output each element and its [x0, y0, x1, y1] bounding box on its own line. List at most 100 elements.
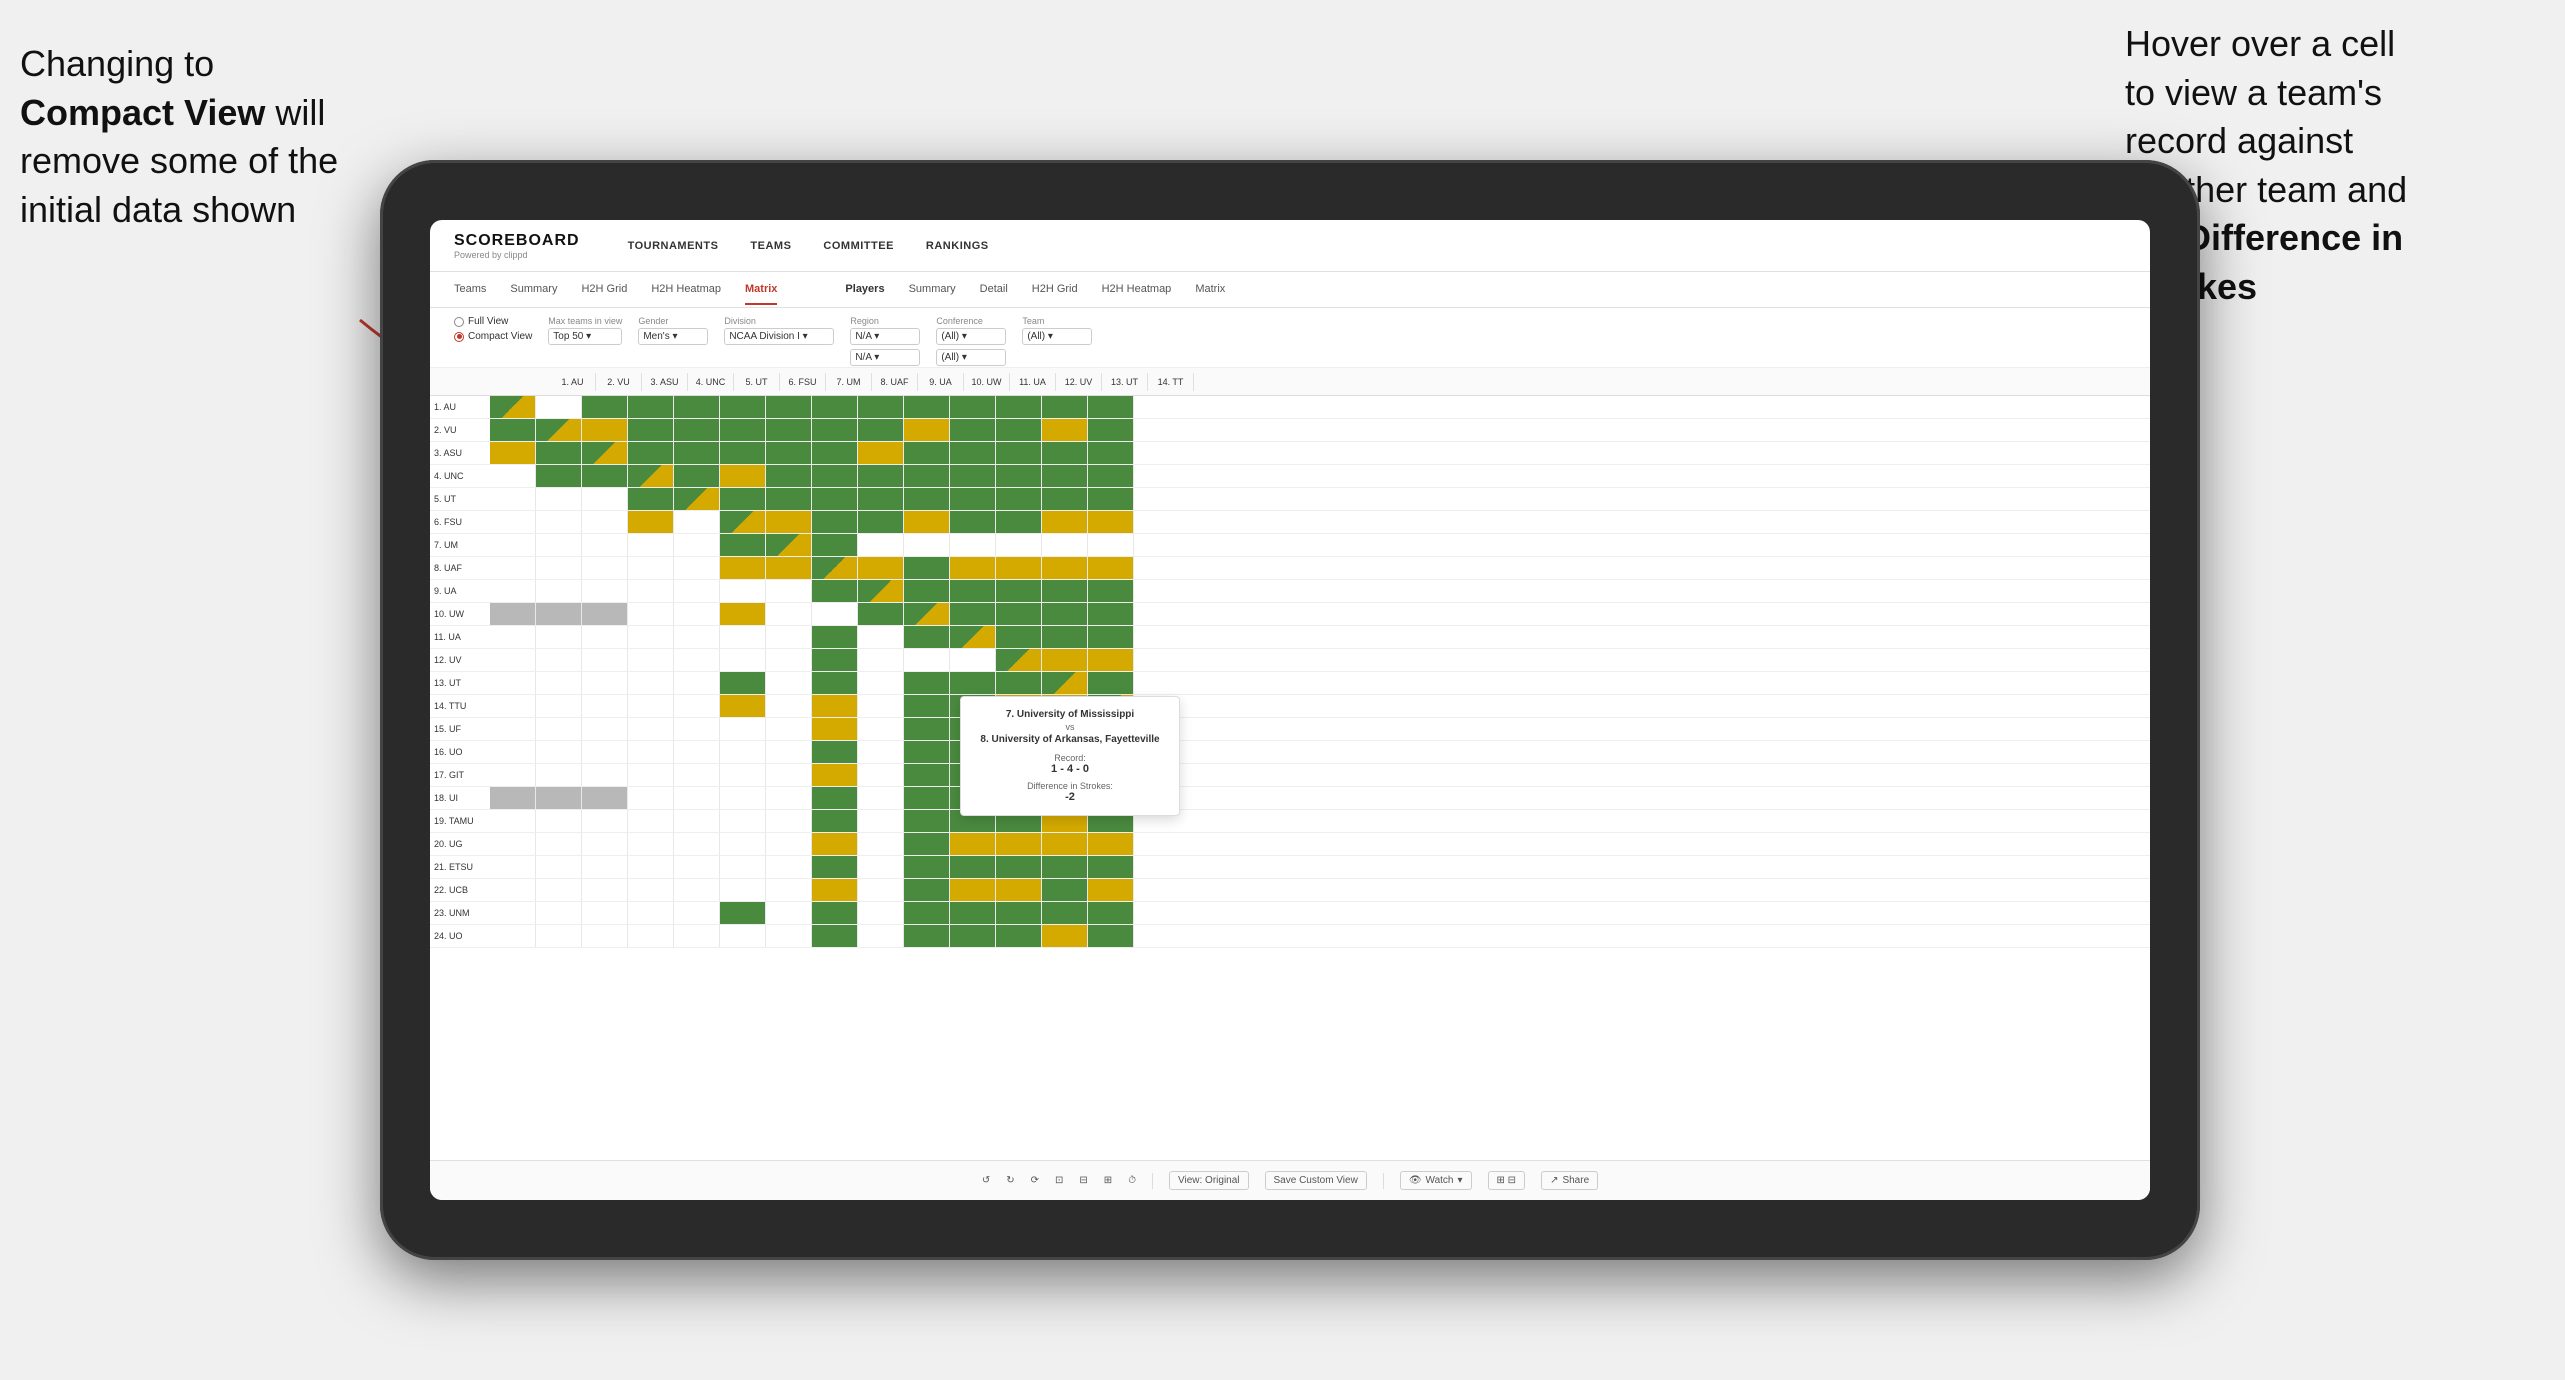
matrix-cell[interactable] [950, 879, 996, 901]
matrix-cell[interactable] [490, 741, 536, 763]
matrix-cell[interactable] [536, 511, 582, 533]
matrix-cell[interactable] [766, 718, 812, 740]
matrix-cell[interactable] [950, 580, 996, 602]
matrix-cell[interactable] [858, 672, 904, 694]
matrix-cell[interactable] [858, 626, 904, 648]
matrix-cell[interactable] [858, 695, 904, 717]
matrix-cell[interactable] [1088, 511, 1134, 533]
matrix-cell[interactable] [490, 396, 536, 418]
matrix-cell[interactable] [674, 488, 720, 510]
matrix-cell[interactable] [582, 902, 628, 924]
matrix-cell[interactable] [858, 902, 904, 924]
matrix-cell[interactable] [720, 718, 766, 740]
matrix-cell[interactable] [812, 718, 858, 740]
tab-teams-h2hgrid[interactable]: H2H Grid [581, 275, 627, 305]
matrix-cell[interactable] [904, 856, 950, 878]
matrix-cell[interactable] [674, 925, 720, 947]
matrix-cell[interactable] [858, 833, 904, 855]
matrix-cell[interactable] [720, 695, 766, 717]
matrix-cell[interactable] [490, 442, 536, 464]
matrix-cell[interactable] [766, 603, 812, 625]
matrix-cell[interactable] [858, 764, 904, 786]
matrix-cell[interactable] [490, 925, 536, 947]
clock-button[interactable]: ⏱ [1128, 1175, 1136, 1186]
matrix-cell[interactable] [674, 419, 720, 441]
matrix-cell[interactable] [582, 557, 628, 579]
matrix-cell[interactable] [720, 488, 766, 510]
matrix-cell[interactable] [996, 465, 1042, 487]
matrix-cell[interactable] [1088, 534, 1134, 556]
layout-button[interactable]: ⊞ ⊟ [1488, 1171, 1526, 1190]
matrix-cell[interactable] [490, 856, 536, 878]
matrix-cell[interactable] [536, 419, 582, 441]
matrix-cell[interactable] [536, 810, 582, 832]
matrix-cell[interactable] [858, 396, 904, 418]
matrix-cell[interactable] [950, 419, 996, 441]
matrix-cell[interactable] [582, 833, 628, 855]
tab-teams-summary[interactable]: Summary [510, 275, 557, 305]
matrix-cell[interactable] [904, 810, 950, 832]
matrix-cell[interactable] [996, 856, 1042, 878]
matrix-cell[interactable] [582, 787, 628, 809]
matrix-cell[interactable] [996, 396, 1042, 418]
nav-tournaments[interactable]: TOURNAMENTS [628, 236, 719, 256]
matrix-cell[interactable] [1088, 396, 1134, 418]
matrix-cell[interactable] [812, 396, 858, 418]
matrix-cell[interactable] [858, 810, 904, 832]
matrix-cell[interactable] [720, 787, 766, 809]
matrix-cell[interactable] [950, 649, 996, 671]
matrix-cell[interactable] [812, 557, 858, 579]
matrix-cell[interactable] [490, 557, 536, 579]
matrix-cell[interactable] [582, 649, 628, 671]
matrix-cell[interactable] [582, 626, 628, 648]
matrix-cell[interactable] [582, 741, 628, 763]
matrix-cell[interactable] [720, 764, 766, 786]
matrix-cell[interactable] [812, 488, 858, 510]
matrix-cell[interactable] [628, 442, 674, 464]
matrix-cell[interactable] [1088, 672, 1134, 694]
matrix-cell[interactable] [674, 511, 720, 533]
matrix-cell[interactable] [1042, 580, 1088, 602]
matrix-cell[interactable] [812, 833, 858, 855]
matrix-cell[interactable] [674, 764, 720, 786]
matrix-cell[interactable] [582, 419, 628, 441]
matrix-cell[interactable] [904, 695, 950, 717]
matrix-cell[interactable] [766, 902, 812, 924]
matrix-cell[interactable] [950, 488, 996, 510]
matrix-cell[interactable] [766, 419, 812, 441]
matrix-cell[interactable] [858, 718, 904, 740]
matrix-cell[interactable] [1042, 488, 1088, 510]
matrix-cell[interactable] [720, 534, 766, 556]
matrix-cell[interactable] [858, 879, 904, 901]
matrix-cell[interactable] [996, 442, 1042, 464]
matrix-cell[interactable] [490, 465, 536, 487]
matrix-cell[interactable] [1042, 925, 1088, 947]
matrix-cell[interactable] [950, 465, 996, 487]
matrix-cell[interactable] [904, 488, 950, 510]
matrix-cell[interactable] [1042, 557, 1088, 579]
matrix-cell[interactable] [582, 396, 628, 418]
matrix-cell[interactable] [628, 396, 674, 418]
matrix-cell[interactable] [858, 419, 904, 441]
tab-players-h2hheatmap[interactable]: H2H Heatmap [1102, 275, 1172, 305]
matrix-cell[interactable] [582, 879, 628, 901]
matrix-cell[interactable] [1042, 902, 1088, 924]
matrix-cell[interactable] [1042, 833, 1088, 855]
matrix-cell[interactable] [582, 764, 628, 786]
matrix-cell[interactable] [1088, 603, 1134, 625]
matrix-cell[interactable] [720, 741, 766, 763]
matrix-cell[interactable] [766, 833, 812, 855]
matrix-cell[interactable] [766, 879, 812, 901]
matrix-cell[interactable] [628, 626, 674, 648]
matrix-cell[interactable] [766, 626, 812, 648]
matrix-cell[interactable] [812, 465, 858, 487]
matrix-cell[interactable] [1042, 396, 1088, 418]
matrix-cell[interactable] [766, 557, 812, 579]
matrix-cell[interactable] [536, 902, 582, 924]
matrix-cell[interactable] [490, 902, 536, 924]
matrix-cell[interactable] [1088, 925, 1134, 947]
matrix-cell[interactable] [1088, 488, 1134, 510]
matrix-cell[interactable] [1042, 511, 1088, 533]
matrix-cell[interactable] [582, 718, 628, 740]
matrix-cell[interactable] [536, 787, 582, 809]
